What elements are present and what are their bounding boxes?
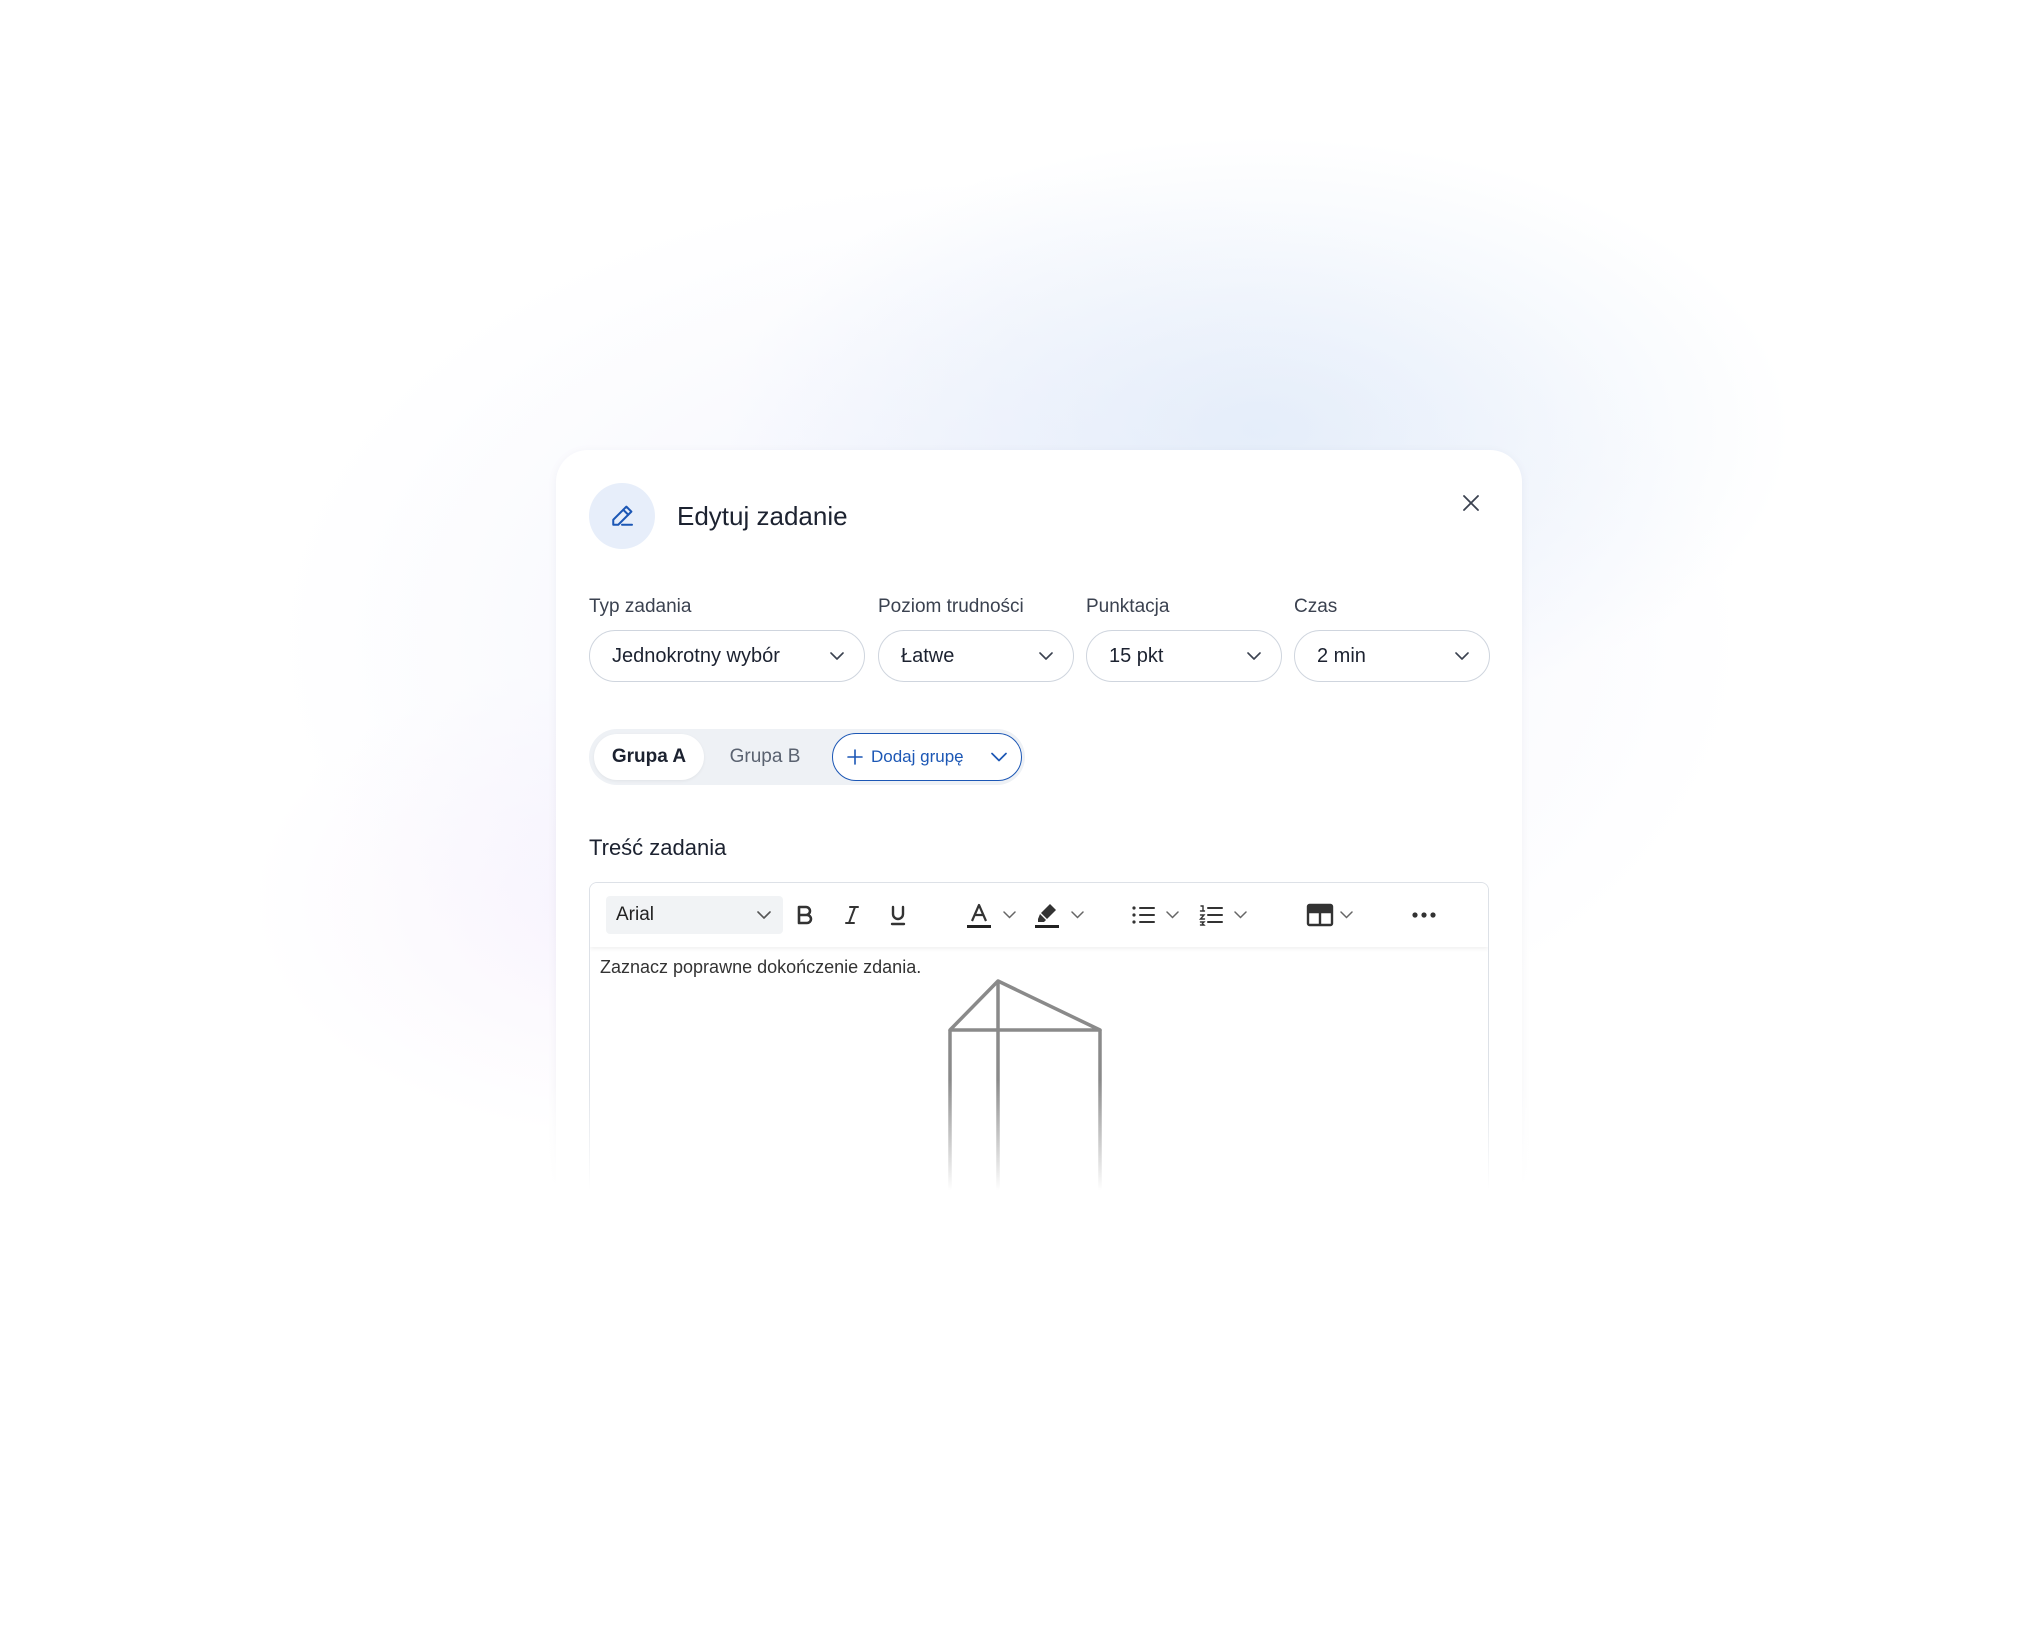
chevron-down-icon [1340,911,1353,919]
underline-button[interactable] [886,899,910,931]
group-tabs: Grupa A Grupa B Dodaj grupę [589,729,1025,785]
content-section-title: Treść zadania [589,835,727,860]
chevron-down-icon [1003,911,1016,919]
chevron-down-icon [1234,911,1247,919]
underline-icon [890,905,906,926]
table-button[interactable] [1306,899,1353,931]
more-options-button[interactable] [1411,899,1437,931]
plus-icon [847,749,863,765]
more-icon [1412,912,1436,918]
bottom-fade [0,1080,2022,1628]
highlight-button[interactable] [1033,899,1084,931]
task-type-value: Jednokrotny wybór [612,644,780,667]
task-type-label: Typ zadania [589,596,692,617]
add-group-button[interactable]: Dodaj grupę [832,733,1022,781]
chevron-down-icon [1455,651,1469,660]
dialog-title: Edytuj zadanie [677,501,848,531]
editor-body-text[interactable]: Zaznacz poprawne dokończenie zdania. [600,957,921,978]
chevron-down-icon [991,752,1007,762]
bullet-list-button[interactable] [1130,899,1179,931]
difficulty-label: Poziom trudności [878,596,1024,617]
editor-toolbar: Arial [590,883,1488,947]
chevron-down-icon [1039,651,1053,660]
chevron-down-icon [1071,911,1084,919]
time-select[interactable]: 2 min [1294,630,1490,682]
add-group-label: Dodaj grupę [871,747,964,766]
tab-group-b[interactable]: Grupa B [715,734,815,780]
time-value: 2 min [1317,644,1366,667]
text-color-icon [967,903,991,928]
difficulty-value: Łatwe [901,644,955,667]
italic-icon [845,906,859,924]
bold-button[interactable] [793,899,817,931]
points-label: Punktacja [1086,596,1170,617]
chevron-down-icon [1166,911,1179,919]
pencil-icon [589,483,655,549]
italic-button[interactable] [840,899,864,931]
highlight-icon [1035,904,1059,928]
chevron-down-icon [757,910,771,919]
numbered-list-icon [1198,905,1223,926]
difficulty-select[interactable]: Łatwe [878,630,1074,682]
text-color-button[interactable] [965,899,1016,931]
tab-group-a[interactable]: Grupa A [594,734,704,780]
numbered-list-button[interactable] [1198,899,1247,931]
table-icon [1306,903,1334,927]
close-icon [1463,495,1479,511]
task-type-select[interactable]: Jednokrotny wybór [589,630,865,682]
points-select[interactable]: 15 pkt [1086,630,1282,682]
close-button[interactable] [1456,488,1486,518]
chevron-down-icon [1247,651,1261,660]
font-family-select[interactable]: Arial [606,896,783,934]
time-label: Czas [1294,596,1338,617]
chevron-down-icon [830,651,844,660]
font-family-value: Arial [616,904,655,925]
points-value: 15 pkt [1109,644,1164,667]
bold-icon [797,905,813,925]
bullet-list-icon [1132,906,1155,924]
